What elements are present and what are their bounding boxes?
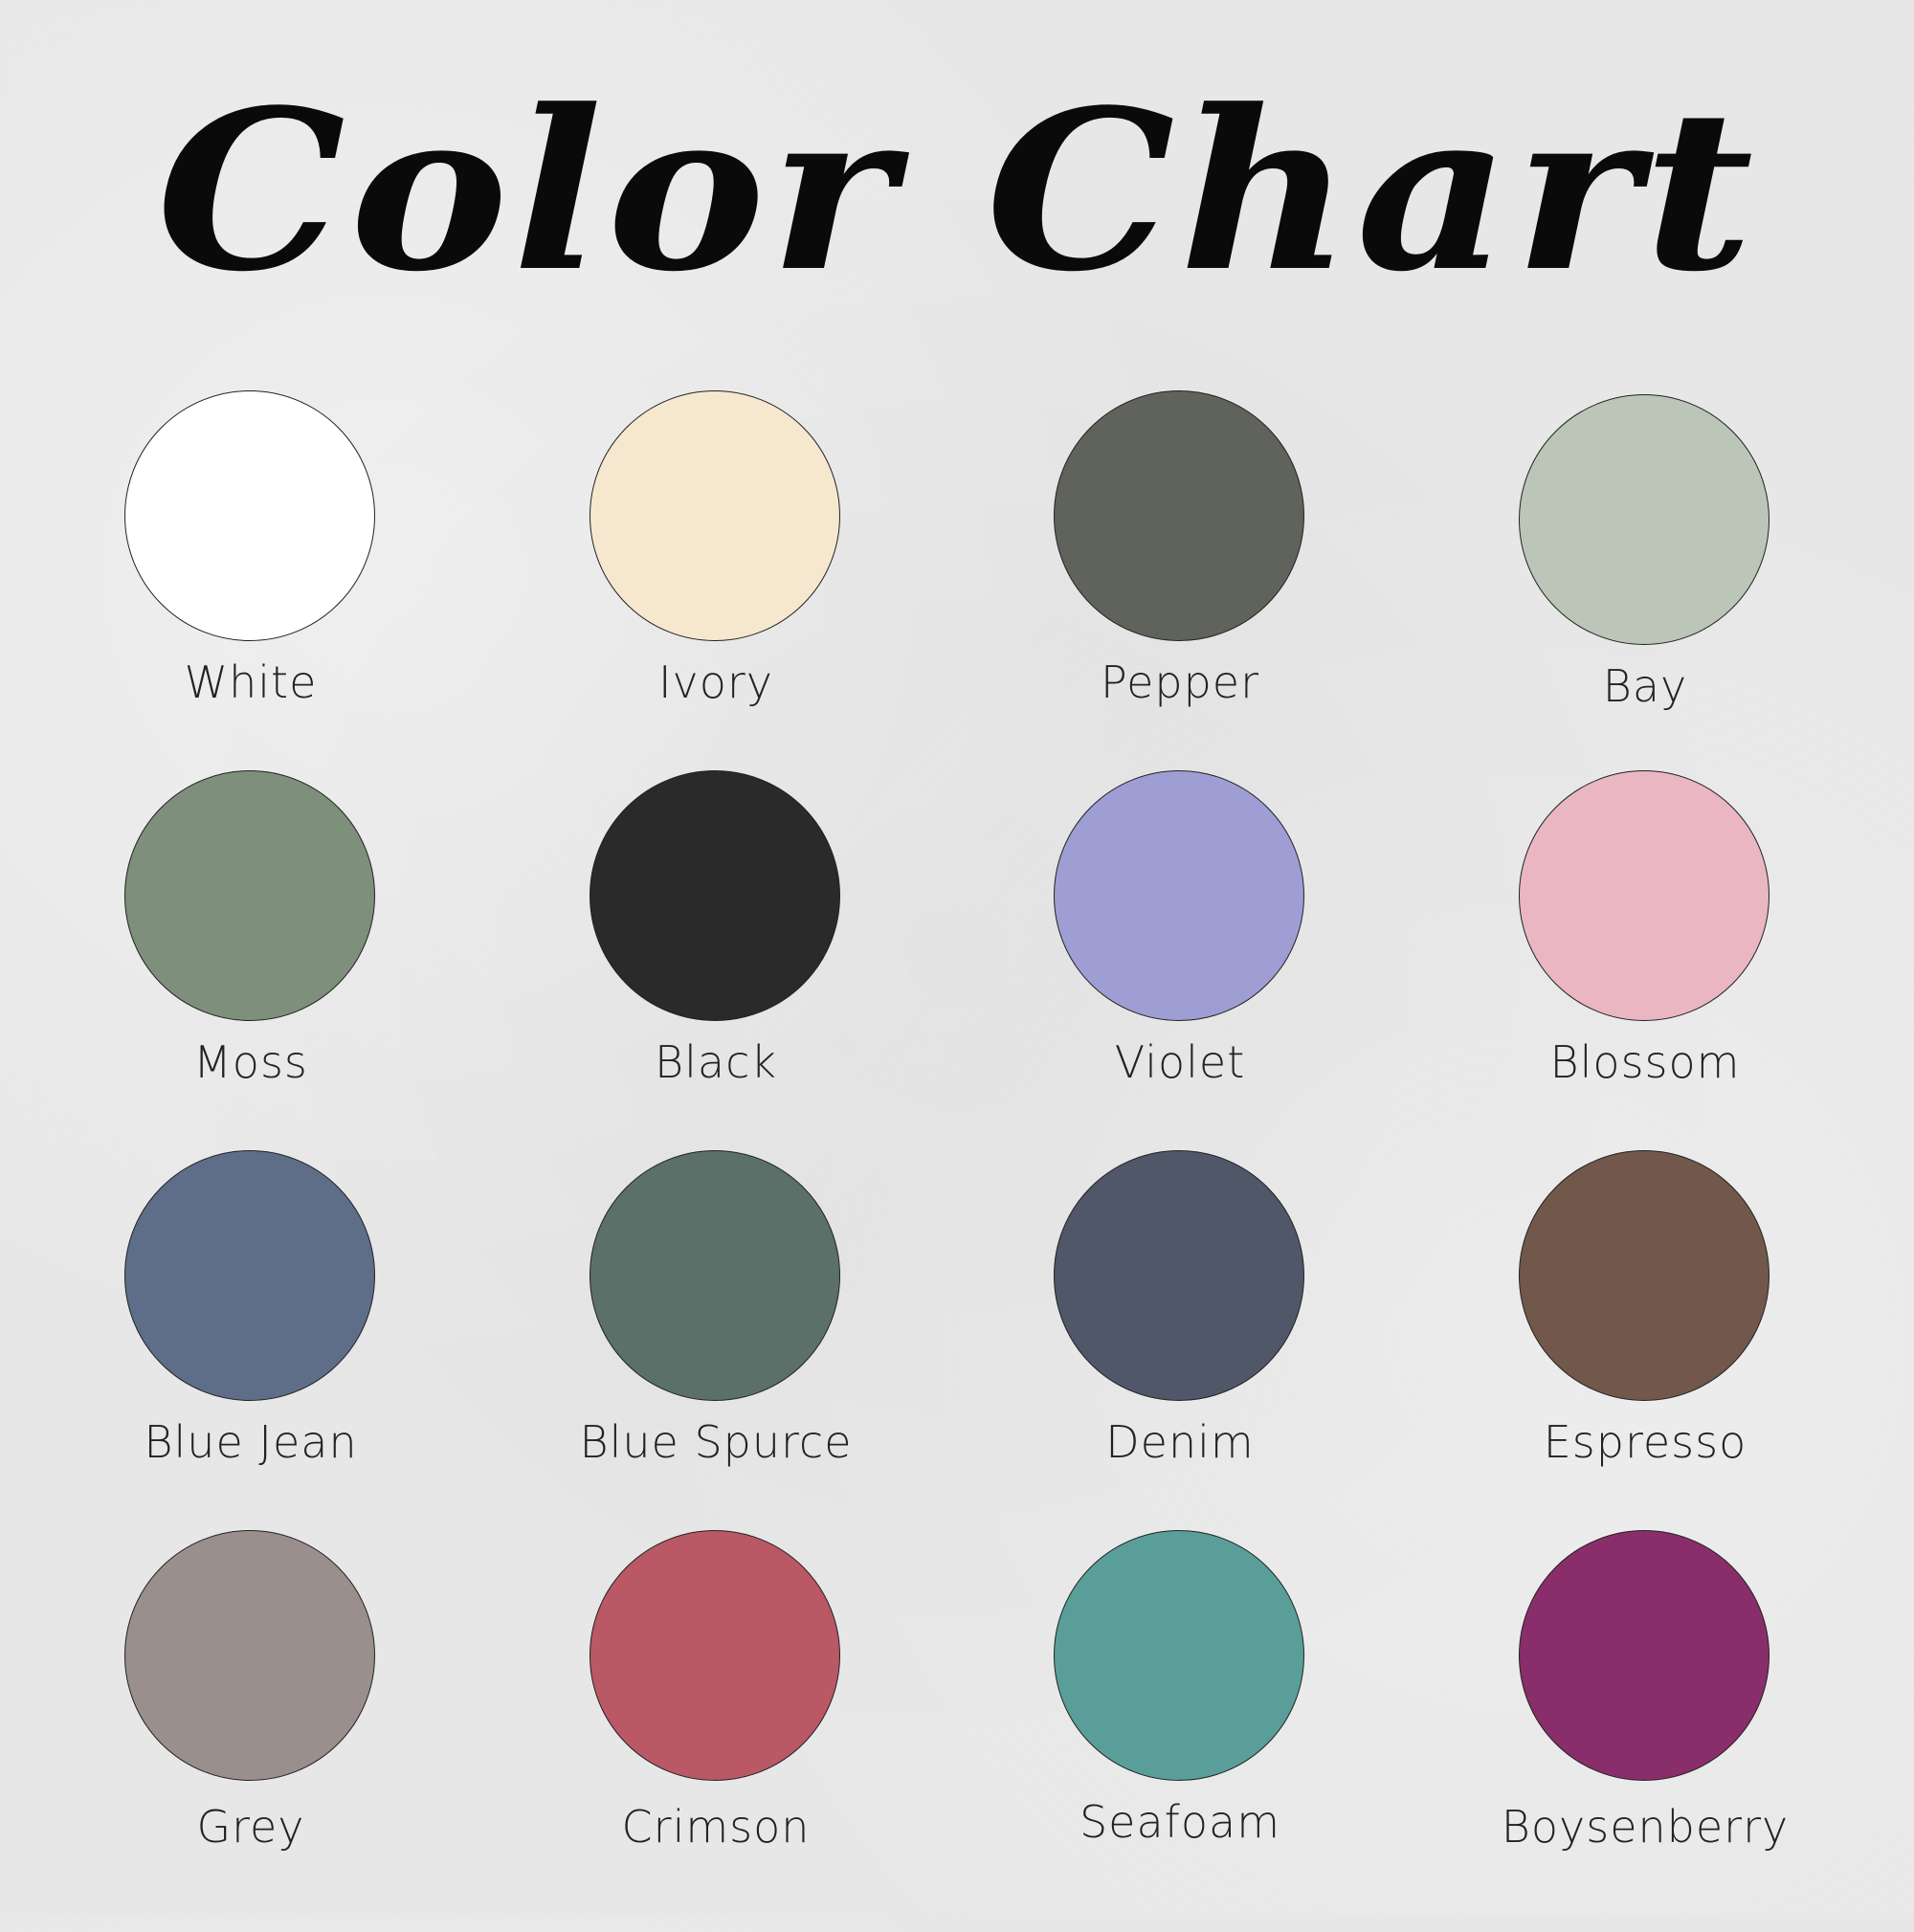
swatch-espresso: Espresso xyxy=(1444,1150,1846,1552)
swatch-label: Grey xyxy=(196,1801,305,1853)
swatch-label: Blue Spurce xyxy=(579,1416,853,1468)
color-circle xyxy=(590,390,840,641)
color-circle xyxy=(1054,770,1304,1021)
swatch-label: Boysenberry xyxy=(1501,1801,1790,1853)
swatch-blue-spurce: Blue Spurce xyxy=(515,1150,917,1552)
color-circle xyxy=(124,770,375,1021)
color-circle xyxy=(1054,390,1304,641)
swatch-label: Espresso xyxy=(1543,1416,1747,1468)
swatch-label: Blossom xyxy=(1549,1036,1741,1088)
swatch-label: Violet xyxy=(1114,1036,1246,1088)
swatch-moss: Moss xyxy=(50,770,452,1172)
swatch-blue-jean: Blue Jean xyxy=(50,1150,452,1552)
swatch-label: Pepper xyxy=(1100,656,1259,708)
swatch-ivory: Ivory xyxy=(515,390,917,792)
swatch-label: Black xyxy=(654,1036,778,1088)
color-circle xyxy=(124,1150,375,1401)
swatch-bay: Bay xyxy=(1444,394,1846,796)
color-circle xyxy=(124,390,375,641)
swatch-white: White xyxy=(50,390,452,792)
color-circle xyxy=(1054,1150,1304,1401)
color-circle xyxy=(1519,1150,1769,1401)
color-circle xyxy=(590,770,840,1021)
color-circle xyxy=(590,1150,840,1401)
swatch-label: Crimson xyxy=(621,1801,811,1853)
color-circle xyxy=(590,1530,840,1781)
swatch-label: White xyxy=(184,656,318,708)
color-circle xyxy=(1054,1530,1304,1781)
swatch-label: Moss xyxy=(193,1036,308,1088)
color-circle xyxy=(124,1530,375,1781)
color-circle xyxy=(1519,394,1769,645)
swatch-black: Black xyxy=(515,770,917,1172)
swatch-label: Blue Jean xyxy=(144,1416,358,1468)
swatch-seafoam: Seafoam xyxy=(979,1530,1381,1932)
swatch-denim: Denim xyxy=(979,1150,1381,1552)
swatch-blossom: Blossom xyxy=(1444,770,1846,1172)
color-circle xyxy=(1519,1530,1769,1781)
swatch-boysenberry: Boysenberry xyxy=(1444,1530,1846,1932)
swatch-violet: Violet xyxy=(979,770,1381,1172)
swatch-grey: Grey xyxy=(50,1530,452,1932)
swatch-label: Denim xyxy=(1105,1416,1255,1468)
swatch-crimson: Crimson xyxy=(515,1530,917,1932)
swatch-label: Seafoam xyxy=(1079,1796,1281,1848)
swatch-label: Bay xyxy=(1602,660,1688,712)
color-circle xyxy=(1519,770,1769,1021)
swatch-grid: White Ivory Pepper Bay Moss Black Violet… xyxy=(0,0,1914,1914)
swatch-label: Ivory xyxy=(657,656,774,708)
swatch-pepper: Pepper xyxy=(979,390,1381,792)
